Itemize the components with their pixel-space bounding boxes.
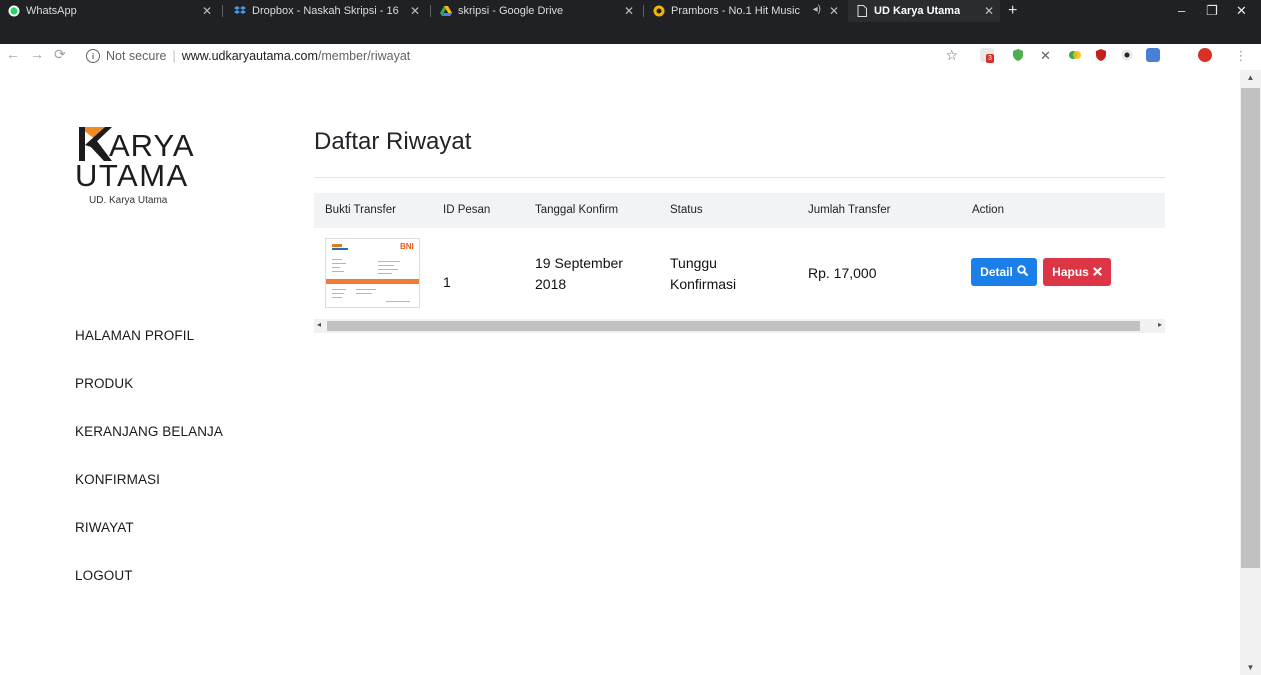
address-bar[interactable]: i Not secure | www.udkaryautama.com/memb… <box>78 44 966 68</box>
history-table: Bukti Transfer ID Pesan Tanggal Konfirm … <box>314 193 1165 317</box>
search-icon <box>1017 265 1028 279</box>
scroll-right-arrow[interactable]: ▸ <box>1158 320 1162 329</box>
column-header-id-pesan: ID Pesan <box>443 204 491 216</box>
horizontal-scrollbar-thumb[interactable] <box>327 321 1140 331</box>
url-path: /member/riwayat <box>317 49 411 63</box>
brand-logo[interactable]: ARYA UTAMA UD. Karya Utama <box>75 123 235 206</box>
hapus-button-label: Hapus <box>1052 265 1089 279</box>
transfer-receipt-thumbnail[interactable]: BNI <box>325 238 420 308</box>
prambors-icon <box>653 5 665 17</box>
close-tab-icon[interactable]: ✕ <box>624 4 634 18</box>
tanggal-line1: 19 September <box>535 255 623 271</box>
extension-icon[interactable]: 3 <box>980 48 994 63</box>
restore-icon[interactable]: ❐ <box>1206 3 1218 19</box>
sidebar-item-produk[interactable]: PRODUK <box>75 376 223 424</box>
status-value: Tunggu Konfirmasi <box>670 253 736 295</box>
detail-button[interactable]: Detail <box>971 258 1037 286</box>
title-divider <box>314 177 1165 178</box>
hapus-button[interactable]: Hapus <box>1043 258 1111 286</box>
google-drive-icon <box>440 5 452 17</box>
nav-buttons: ← → ⟳ <box>6 46 66 63</box>
column-header-action: Action <box>972 204 1004 216</box>
ublock-icon[interactable] <box>1094 48 1108 62</box>
page-title: Daftar Riwayat <box>314 128 472 155</box>
extension-badge: 3 <box>986 54 994 63</box>
dropbox-icon <box>234 5 246 17</box>
detail-button-label: Detail <box>980 265 1013 279</box>
translate-icon[interactable] <box>1146 48 1160 62</box>
id-pesan-value: 1 <box>443 274 451 290</box>
minimize-icon[interactable]: – <box>1178 3 1185 18</box>
tab-title: skripsi - Google Drive <box>458 5 564 17</box>
logo-k-mark <box>75 123 113 163</box>
sidebar-item-konfirmasi[interactable]: KONFIRMASI <box>75 472 223 520</box>
close-icon <box>1093 265 1102 279</box>
logo-text-utama: UTAMA <box>75 158 189 193</box>
back-icon[interactable]: ← <box>6 46 20 63</box>
sidebar-item-logout[interactable]: LOGOUT <box>75 568 223 616</box>
tab-whatsapp[interactable]: WhatsApp ✕ <box>0 0 218 22</box>
tab-title: WhatsApp <box>26 5 77 17</box>
close-tab-icon[interactable]: ✕ <box>410 4 420 18</box>
column-header-jumlah-transfer: Jumlah Transfer <box>808 204 891 216</box>
scroll-left-arrow[interactable]: ◂ <box>317 320 321 329</box>
bookmark-star-icon[interactable]: ☆ <box>945 47 958 64</box>
info-icon[interactable]: i <box>86 49 100 63</box>
column-header-status: Status <box>670 204 703 216</box>
column-header-bukti-transfer: Bukti Transfer <box>325 204 396 216</box>
shield-icon[interactable] <box>1011 48 1025 62</box>
table-horizontal-scrollbar[interactable]: ◂ ▸ <box>314 319 1165 333</box>
tanggal-konfirm-value: 19 September 2018 <box>535 253 623 295</box>
security-label: Not secure <box>106 49 167 63</box>
status-line2: Konfirmasi <box>670 276 737 292</box>
tab-title: Prambors - No.1 Hit Music <box>671 5 800 17</box>
page-icon <box>856 5 868 17</box>
reload-icon[interactable]: ⟳ <box>54 46 66 63</box>
tab-ud-karya-utama[interactable]: UD Karya Utama ✕ <box>848 0 1000 22</box>
circle-extension-icon[interactable] <box>1120 48 1134 62</box>
menu-icon[interactable]: ⋮ <box>1234 48 1248 63</box>
sidebar-nav: HALAMAN PROFIL PRODUK KERANJANG BELANJA … <box>75 328 223 616</box>
scroll-up-arrow[interactable]: ▲ <box>1240 73 1261 82</box>
tab-google-drive[interactable]: skripsi - Google Drive ✕ <box>432 0 640 22</box>
audio-playing-icon: ◂) <box>812 4 821 15</box>
tab-prambors[interactable]: Prambors - No.1 Hit Music ◂) ✕ <box>645 0 845 22</box>
new-tab-button[interactable]: + <box>1008 2 1017 20</box>
sidebar-item-riwayat[interactable]: RIWAYAT <box>75 520 223 568</box>
sidebar-item-keranjang-belanja[interactable]: KERANJANG BELANJA <box>75 424 223 472</box>
vertical-scrollbar[interactable]: ▲ ▼ <box>1240 70 1261 675</box>
profile-avatar[interactable] <box>1198 48 1212 62</box>
close-tab-icon[interactable]: ✕ <box>984 4 994 18</box>
forward-icon[interactable]: → <box>30 46 44 63</box>
close-tab-icon[interactable]: ✕ <box>202 4 212 18</box>
tab-dropbox[interactable]: Dropbox - Naskah Skripsi - 16 ✕ <box>226 0 426 22</box>
close-window-icon[interactable]: ✕ <box>1236 3 1247 19</box>
browser-tab-bar: WhatsApp ✕ Dropbox - Naskah Skripsi - 16… <box>0 0 1261 68</box>
sidebar-item-halaman-profil[interactable]: HALAMAN PROFIL <box>75 328 223 376</box>
whatsapp-icon <box>8 5 20 17</box>
column-header-tanggal-konfirm: Tanggal Konfirm <box>535 204 619 216</box>
tab-title: UD Karya Utama <box>874 5 961 17</box>
tanggal-line2: 2018 <box>535 276 567 292</box>
logo-subtitle: UD. Karya Utama <box>89 195 168 206</box>
x-extension-icon[interactable]: ✕ <box>1040 48 1054 63</box>
jumlah-transfer-value: Rp. 17,000 <box>808 265 877 281</box>
close-tab-icon[interactable]: ✕ <box>829 4 839 18</box>
scroll-down-arrow[interactable]: ▼ <box>1240 663 1261 672</box>
color-extension-icon[interactable] <box>1068 48 1082 62</box>
tab-title: Dropbox - Naskah Skripsi - 16 <box>252 5 399 17</box>
url-host: www.udkaryautama.com <box>181 49 318 63</box>
status-line1: Tunggu <box>670 255 717 271</box>
receipt-bank-logo: BNI <box>400 242 414 251</box>
scrollbar-thumb[interactable] <box>1241 88 1260 568</box>
table-header: Bukti Transfer ID Pesan Tanggal Konfirm … <box>314 193 1165 228</box>
